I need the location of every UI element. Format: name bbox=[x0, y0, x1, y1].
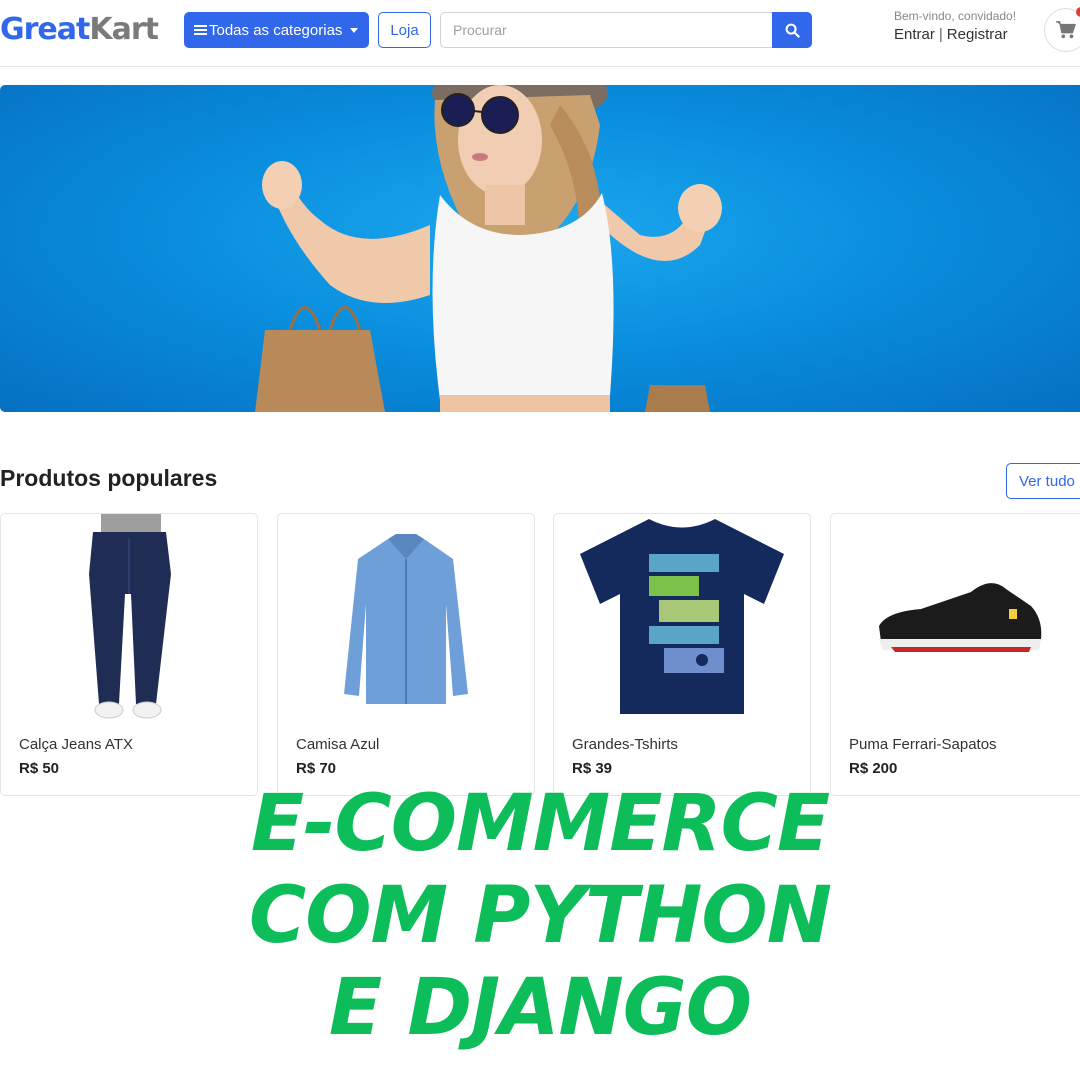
product-card[interactable]: Calça Jeans ATX R$ 50 bbox=[0, 513, 258, 796]
hero-banner[interactable] bbox=[0, 85, 1080, 412]
product-card[interactable]: Puma Ferrari-Sapatos R$ 200 bbox=[830, 513, 1080, 796]
cart-badge bbox=[1076, 7, 1080, 17]
product-name[interactable]: Grandes-Tshirts bbox=[572, 736, 678, 753]
product-price: R$ 50 bbox=[19, 760, 60, 777]
register-link[interactable]: Registrar bbox=[947, 26, 1008, 43]
brand-logo[interactable]: GreatKart bbox=[0, 12, 159, 47]
product-name[interactable]: Camisa Azul bbox=[296, 736, 379, 753]
product-card[interactable]: Camisa Azul R$ 70 bbox=[277, 513, 535, 796]
cart-icon bbox=[1056, 21, 1076, 39]
product-card[interactable]: Grandes-Tshirts R$ 39 bbox=[553, 513, 811, 796]
logo-primary: Great bbox=[0, 12, 90, 47]
login-link[interactable]: Entrar bbox=[894, 26, 935, 43]
popular-products-title: Produtos populares bbox=[0, 465, 218, 491]
headline-line-1: E-COMMERCE bbox=[250, 779, 830, 869]
banner-image bbox=[255, 85, 722, 412]
view-all-button[interactable]: Ver tudo bbox=[1006, 463, 1080, 499]
all-categories-label: Todas as categorias bbox=[209, 21, 343, 39]
product-image-sneaker[interactable] bbox=[831, 514, 1080, 719]
product-image-navy-tshirt[interactable] bbox=[554, 514, 810, 719]
store-button[interactable]: Loja bbox=[378, 12, 431, 48]
product-name[interactable]: Puma Ferrari-Sapatos bbox=[849, 736, 997, 753]
headline-line-2: COM PYTHON bbox=[248, 871, 832, 961]
headline-line-3: E DJANGO bbox=[328, 963, 752, 1053]
product-image-blue-shirt[interactable] bbox=[278, 514, 534, 719]
top-navbar: GreatKart Todas as categorias Loja Bem-v… bbox=[0, 0, 1080, 67]
product-price: R$ 200 bbox=[849, 760, 898, 777]
product-image-jeans[interactable] bbox=[1, 514, 257, 719]
search-input[interactable] bbox=[440, 12, 773, 48]
logo-secondary: Kart bbox=[89, 12, 159, 47]
auth-links: Entrar | Registrar bbox=[894, 26, 1008, 43]
auth-separator: | bbox=[938, 26, 943, 43]
caret-down-icon bbox=[350, 27, 359, 33]
cart-button[interactable] bbox=[1044, 8, 1080, 52]
product-price: R$ 39 bbox=[572, 760, 613, 777]
product-price: R$ 70 bbox=[296, 760, 337, 777]
search-icon bbox=[785, 23, 800, 38]
promo-headline: E-COMMERCE COM PYTHON E DJANGO bbox=[0, 778, 1080, 1054]
search-button[interactable] bbox=[772, 12, 812, 48]
product-name[interactable]: Calça Jeans ATX bbox=[19, 736, 133, 753]
search-bar bbox=[440, 12, 812, 48]
welcome-text: Bem-vindo, convidado! bbox=[894, 9, 1017, 23]
all-categories-button[interactable]: Todas as categorias bbox=[184, 12, 369, 48]
bars-icon bbox=[194, 23, 207, 37]
